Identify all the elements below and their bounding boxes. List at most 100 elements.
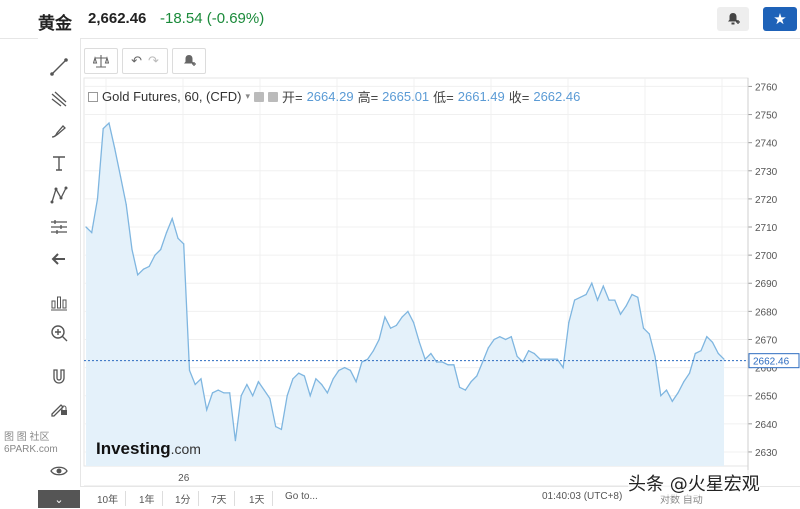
data-point [183, 243, 185, 245]
data-point [619, 313, 622, 315]
data-point [280, 428, 282, 430]
logo-suffix: .com [170, 441, 201, 457]
symbol-dropdown-icon[interactable]: ▾ [245, 91, 250, 102]
data-point [91, 232, 93, 234]
data-point [642, 327, 645, 329]
data-point [510, 336, 512, 338]
y-tick-label: 2750 [755, 111, 778, 122]
data-point [229, 392, 231, 394]
data-point [464, 389, 466, 391]
data-point [487, 347, 489, 349]
data-point [447, 364, 449, 366]
data-point [367, 358, 369, 360]
data-point [608, 299, 610, 301]
data-point [493, 338, 495, 341]
data-point [257, 381, 259, 383]
data-point [275, 426, 277, 428]
data-point [499, 336, 501, 338]
data-point [430, 352, 432, 355]
y-tick-label: 2680 [755, 307, 778, 318]
data-point [614, 299, 616, 301]
data-point [211, 392, 214, 394]
data-point [671, 400, 673, 402]
data-point [194, 383, 196, 386]
data-point [332, 378, 334, 380]
y-tick-label: 2650 [755, 392, 778, 403]
data-point [148, 265, 150, 267]
clock: 01:40:03 (UTC+8) [542, 491, 623, 502]
data-point [407, 310, 409, 312]
data-point [533, 352, 535, 355]
data-point [349, 369, 351, 371]
data-point [683, 381, 685, 383]
data-point [114, 147, 116, 149]
data-point [137, 274, 139, 276]
y-tick-label: 2760 [755, 82, 778, 93]
data-point [482, 361, 484, 363]
data-point [171, 218, 173, 220]
open-label: 开= [281, 90, 303, 105]
y-tick-label: 2710 [755, 223, 778, 234]
data-point [528, 350, 530, 352]
data-point [326, 392, 328, 394]
data-point [344, 367, 346, 369]
data-point [160, 248, 162, 251]
data-point [418, 341, 420, 343]
data-point [286, 395, 288, 397]
y-tick-label: 2690 [755, 279, 778, 290]
range-1d[interactable]: 1天 [242, 491, 273, 506]
data-point [453, 364, 455, 366]
data-point [315, 378, 317, 380]
collapse-legend-icon[interactable] [88, 91, 98, 102]
low-label: 低= [433, 90, 454, 105]
data-point [700, 350, 702, 352]
y-tick-label: 2720 [755, 195, 778, 206]
data-point [85, 226, 87, 228]
range-1m[interactable]: 1分 [168, 491, 199, 506]
range-10y[interactable]: 10年 [90, 491, 127, 506]
data-point [717, 352, 719, 355]
price-chart[interactable]: 2630264026502660267026802690270027102720… [0, 0, 800, 508]
data-point [539, 358, 541, 360]
y-tick-label: 2730 [755, 167, 778, 178]
data-point [648, 333, 650, 335]
data-point [384, 316, 386, 318]
data-point [246, 383, 248, 386]
x-tick-label: 26 [178, 473, 190, 484]
data-point [516, 355, 518, 357]
close-value: 2662.46 [533, 89, 581, 104]
data-point [706, 336, 708, 338]
data-point [119, 175, 122, 177]
data-point [355, 381, 357, 383]
data-point [338, 369, 340, 371]
data-point [694, 352, 696, 355]
data-point [131, 248, 133, 251]
close-icon[interactable] [267, 91, 278, 102]
data-point [625, 305, 627, 307]
data-point [441, 361, 443, 363]
data-point [390, 327, 392, 329]
data-point [568, 322, 570, 324]
range-1y[interactable]: 1年 [132, 491, 163, 506]
data-point [459, 386, 461, 388]
high-value: 2665.01 [382, 89, 430, 104]
y-tick-label: 2740 [755, 139, 778, 150]
data-point [585, 293, 587, 296]
data-point [188, 369, 191, 371]
data-point [240, 395, 242, 397]
last-price-label: 2662.46 [753, 357, 790, 368]
data-point [556, 358, 558, 360]
range-7d[interactable]: 7天 [204, 491, 235, 506]
data-point [551, 358, 553, 360]
data-point [505, 338, 507, 341]
data-point [591, 282, 593, 284]
data-point [378, 338, 380, 341]
data-point [596, 299, 599, 301]
data-point [177, 237, 179, 239]
data-point [711, 341, 714, 343]
symbol-label[interactable]: Gold Futures, 60, (CFD) [102, 89, 241, 104]
goto-button[interactable]: Go to... [278, 491, 325, 502]
data-point [395, 324, 397, 326]
data-point [303, 375, 305, 377]
settings-icon[interactable] [253, 91, 264, 102]
